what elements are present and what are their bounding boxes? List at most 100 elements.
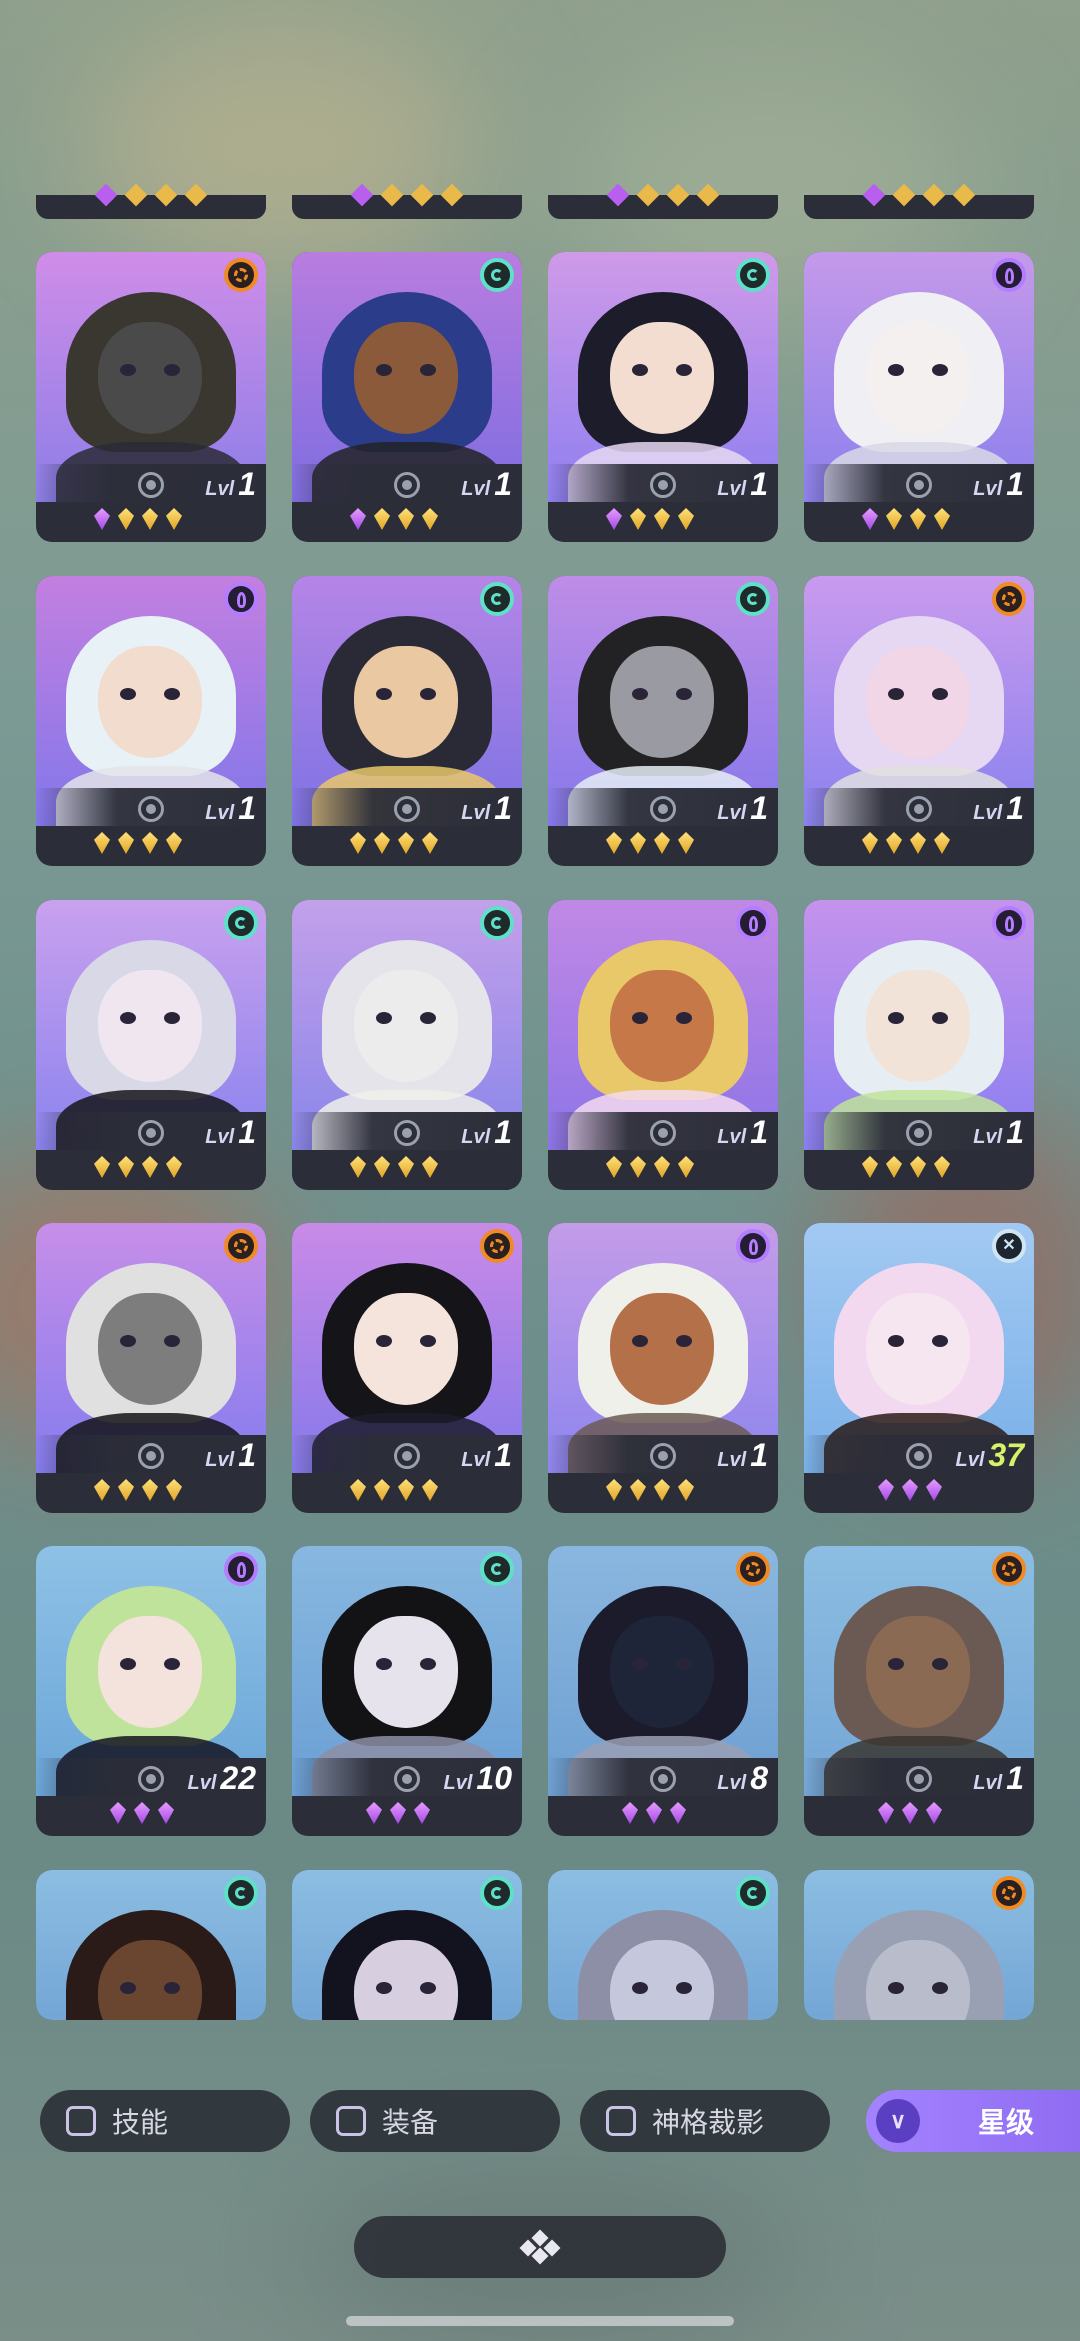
partial-card[interactable] xyxy=(548,183,778,219)
gold-gem-icon xyxy=(886,832,902,854)
star-rating xyxy=(548,508,778,534)
gold-gem-icon xyxy=(142,832,158,854)
hero-card[interactable]: Lvl 1 xyxy=(36,1223,266,1513)
hero-roster-grid: Lvl 1 Lvl 1 Lvl 1 Lvl 1 Lvl 1 Lvl 1 Lvl 1 Lvl 1 Lvl 1 Lvl 1… xyxy=(0,0,1080,2030)
hero-card[interactable]: Lvl 1 xyxy=(36,576,266,866)
partial-card[interactable] xyxy=(804,183,1034,219)
orange-faction-icon xyxy=(224,1229,258,1263)
hero-level: Lvl 10 xyxy=(444,1760,513,1797)
star-rating xyxy=(804,1156,1034,1182)
hero-card[interactable]: Lvl 1 xyxy=(292,900,522,1190)
gem-icon xyxy=(350,183,374,207)
gold-gem-icon xyxy=(606,832,622,854)
level-label: Lvl xyxy=(443,1772,473,1794)
level-value: 1 xyxy=(750,1114,768,1150)
hero-card[interactable]: Lvl 1 xyxy=(804,900,1034,1190)
level-label: Lvl xyxy=(205,1126,235,1148)
teal-faction-icon xyxy=(224,1876,258,1910)
level-value: 1 xyxy=(494,1114,512,1150)
violet-faction-icon xyxy=(992,906,1026,940)
gem-icon xyxy=(94,183,118,207)
hero-level: Lvl 1 xyxy=(461,790,512,827)
checkbox-icon xyxy=(606,2106,636,2136)
filter-bar: 技能 装备 神格裁影 ∨ 星级 xyxy=(0,2090,1080,2156)
level-label: Lvl xyxy=(205,802,235,824)
hero-card[interactable] xyxy=(292,1870,522,2020)
divine-filter-toggle[interactable]: 神格裁影 xyxy=(580,2090,830,2152)
partial-card[interactable] xyxy=(36,183,266,219)
gold-gem-icon xyxy=(630,832,646,854)
hero-card[interactable]: Lvl 1 xyxy=(548,1223,778,1513)
hero-level: Lvl 22 xyxy=(188,1760,257,1797)
level-value: 1 xyxy=(238,1437,256,1473)
gear-slot-icon xyxy=(138,796,164,822)
gold-gem-icon xyxy=(94,1479,110,1501)
hero-card[interactable]: Lvl 1 xyxy=(292,252,522,542)
gold-gem-icon xyxy=(910,508,926,530)
hero-card[interactable]: Lvl 1 xyxy=(36,900,266,1190)
equipment-filter-toggle[interactable]: 装备 xyxy=(310,2090,560,2152)
hero-card[interactable]: Lvl 1 xyxy=(804,1546,1034,1836)
partial-card[interactable] xyxy=(292,183,522,219)
hero-level: Lvl 1 xyxy=(461,1437,512,1474)
purple-gem-icon xyxy=(670,1802,686,1824)
hero-card[interactable]: Lvl 1 xyxy=(804,252,1034,542)
star-rating xyxy=(36,1479,266,1505)
hero-card[interactable]: Lvl 1 xyxy=(548,900,778,1190)
checkbox-icon xyxy=(336,2106,366,2136)
gear-slot-icon xyxy=(906,472,932,498)
gold-gem-icon xyxy=(118,508,134,530)
gold-gem-icon xyxy=(606,1156,622,1178)
gem-icon xyxy=(440,183,464,207)
gold-gem-icon xyxy=(350,832,366,854)
gold-gem-icon xyxy=(374,1156,390,1178)
star-rating xyxy=(804,1479,1034,1505)
purple-gem-icon xyxy=(646,1802,662,1824)
violet-faction-icon xyxy=(992,258,1026,292)
hero-card[interactable]: Lvl 1 xyxy=(36,252,266,542)
purple-gem-icon xyxy=(878,1479,894,1501)
gold-gem-icon xyxy=(934,832,950,854)
hero-card[interactable] xyxy=(548,1870,778,2020)
gold-gem-icon xyxy=(166,508,182,530)
hero-card[interactable]: Lvl37 xyxy=(804,1223,1034,1513)
hero-level: Lvl 1 xyxy=(973,466,1024,503)
hero-card[interactable]: Lvl 10 xyxy=(292,1546,522,1836)
hero-card[interactable]: Lvl 1 xyxy=(292,576,522,866)
level-value: 1 xyxy=(1006,1760,1024,1796)
star-sort-button[interactable]: ∨ 星级 xyxy=(866,2090,1080,2152)
hero-card[interactable] xyxy=(36,1870,266,2020)
teal-faction-icon xyxy=(480,1876,514,1910)
hero-card[interactable]: Lvl 1 xyxy=(292,1223,522,1513)
hero-card[interactable] xyxy=(804,1870,1034,2020)
skill-filter-toggle[interactable]: 技能 xyxy=(40,2090,290,2152)
home-indicator xyxy=(346,2316,734,2326)
gem-icon xyxy=(862,183,886,207)
orange-faction-icon xyxy=(992,582,1026,616)
hero-card[interactable]: Lvl 8 xyxy=(548,1546,778,1836)
star-sort-label: 星级 xyxy=(978,2107,1035,2138)
level-value: 1 xyxy=(1006,790,1024,826)
gear-slot-icon xyxy=(138,1766,164,1792)
hero-card[interactable]: Lvl 1 xyxy=(548,252,778,542)
level-value: 1 xyxy=(1006,466,1024,502)
star-rating xyxy=(36,508,266,534)
star-rating xyxy=(292,832,522,858)
gem-icon xyxy=(410,183,434,207)
gear-slot-icon xyxy=(394,1443,420,1469)
double-chevron-down-icon: ∨ xyxy=(876,2099,920,2143)
teal-faction-icon xyxy=(224,906,258,940)
hero-level: Lvl 1 xyxy=(717,466,768,503)
hero-card[interactable]: Lvl 1 xyxy=(548,576,778,866)
star-rating xyxy=(804,508,1034,534)
star-rating xyxy=(36,832,266,858)
hero-card[interactable]: Lvl 22 xyxy=(36,1546,266,1836)
level-label: Lvl xyxy=(973,1126,1003,1148)
hero-level: Lvl 37 xyxy=(956,1437,1025,1474)
teal-faction-icon xyxy=(736,258,770,292)
level-label: Lvl xyxy=(717,1772,747,1794)
menu-handle-button[interactable] xyxy=(354,2216,726,2278)
hero-card[interactable]: Lvl 1 xyxy=(804,576,1034,866)
orange-faction-icon xyxy=(480,1229,514,1263)
level-value: 1 xyxy=(238,1114,256,1150)
